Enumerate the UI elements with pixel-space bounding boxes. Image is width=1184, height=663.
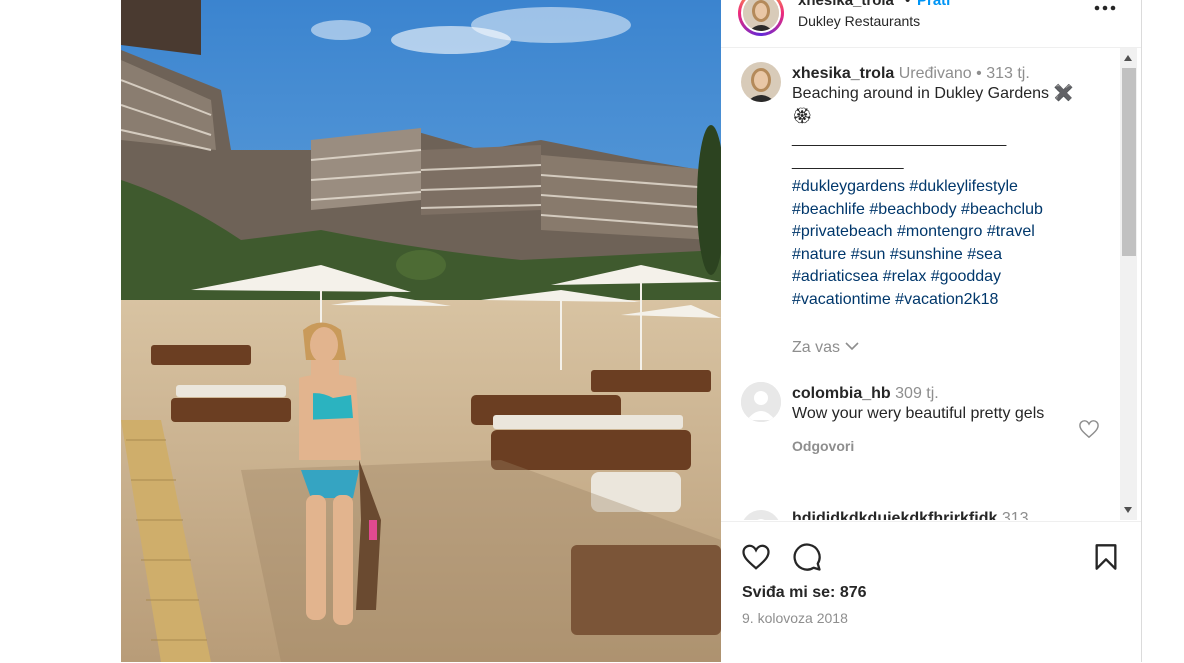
- hashtag-link[interactable]: #montengro: [897, 223, 982, 240]
- hashtag-link[interactable]: #privatebeach: [792, 223, 893, 240]
- comment-item: hdjdjdkdkdujekdkfhrirkfidk 313: [792, 510, 1029, 520]
- post-date[interactable]: 9. kolovoza 2018: [742, 610, 848, 626]
- hashtag-link[interactable]: #vacation2k18: [895, 291, 998, 308]
- post-actions: Sviđa mi se: 876 9. kolovoza 2018: [721, 521, 1141, 663]
- beach-photo-image: [121, 0, 721, 662]
- more-horizontal-icon[interactable]: [1093, 0, 1117, 18]
- hashtag-link[interactable]: #dukleylifestyle: [909, 178, 1018, 195]
- comment-username[interactable]: hdjdjdkdkdujekdkfhrirkfidk: [792, 510, 997, 520]
- scroll-up-arrow-icon[interactable]: [1124, 55, 1132, 61]
- caption-avatar[interactable]: [741, 62, 781, 102]
- comment-time[interactable]: 313: [1002, 510, 1029, 520]
- hashtag-link[interactable]: #adriaticsea: [792, 268, 878, 285]
- header-separator: •: [905, 0, 911, 9]
- caption: xhesika_trola Uređivano • 313 tj. Beachi…: [792, 65, 1102, 173]
- caption-emoji-line: 🏵: [792, 107, 813, 125]
- comment-text: Wow your wery beautiful pretty gels: [792, 405, 1045, 422]
- scroll-down-arrow-icon[interactable]: [1124, 507, 1132, 513]
- default-avatar-icon[interactable]: [741, 382, 781, 422]
- hashtag-link[interactable]: #sunshine: [890, 246, 963, 263]
- hashtag-link[interactable]: #beachlife: [792, 201, 865, 218]
- comments-scrollbar[interactable]: [1120, 48, 1137, 520]
- hashtag-link[interactable]: #dukleygardens: [792, 178, 905, 195]
- bookmark-icon[interactable]: [1093, 543, 1119, 576]
- hashtag-link[interactable]: #beachclub: [961, 201, 1043, 218]
- scrollbar-thumb[interactable]: [1122, 68, 1136, 256]
- comments-list[interactable]: xhesika_trola Uređivano • 313 tj. Beachi…: [721, 48, 1141, 520]
- for-you-label: Za vas: [792, 339, 841, 357]
- follow-button[interactable]: Prati: [917, 0, 950, 9]
- hashtag-list: #dukleygardens #dukleylifestyle #beachli…: [792, 176, 1102, 311]
- hashtag-link[interactable]: #sun: [851, 246, 886, 263]
- hashtag-link[interactable]: #beachbody: [869, 201, 956, 218]
- post-side-panel: xhesika_trola • Prati Dukley Restaurants…: [721, 0, 1142, 662]
- header-username[interactable]: xhesika_trola: [798, 0, 894, 9]
- edited-label: Uređivano: [898, 65, 972, 82]
- story-avatar[interactable]: [738, 0, 784, 36]
- comment-time[interactable]: 309 tj.: [895, 385, 939, 402]
- caption-time[interactable]: 313 tj.: [986, 65, 1030, 82]
- for-you-toggle[interactable]: Za vas: [792, 339, 860, 357]
- default-avatar-icon[interactable]: [741, 510, 781, 520]
- caption-username[interactable]: xhesika_trola: [792, 65, 894, 82]
- comment-icon[interactable]: [792, 542, 822, 577]
- heart-icon[interactable]: [741, 543, 771, 576]
- reply-button[interactable]: Odgovori: [792, 438, 1047, 454]
- chevron-down-icon: [844, 339, 860, 357]
- hashtag-link[interactable]: #travel: [987, 223, 1035, 240]
- caption-divider: ___________________________: [792, 130, 1006, 147]
- meta-separator: •: [976, 65, 982, 82]
- hashtag-link[interactable]: #vacationtime: [792, 291, 891, 308]
- hashtag-link[interactable]: #relax: [883, 268, 927, 285]
- comment-item: colombia_hb 309 tj. Wow your wery beauti…: [792, 385, 1047, 454]
- caption-divider: ______________: [792, 152, 904, 170]
- location-link[interactable]: Dukley Restaurants: [798, 13, 920, 29]
- caption-text: Beaching around in Dukley Gardens ✖️: [792, 85, 1074, 102]
- likes-count[interactable]: Sviđa mi se: 876: [742, 584, 867, 602]
- comment-like-heart-icon[interactable]: [1078, 419, 1100, 444]
- comment-username[interactable]: colombia_hb: [792, 385, 891, 402]
- post-photo[interactable]: [121, 0, 721, 662]
- hashtag-link[interactable]: #nature: [792, 246, 846, 263]
- hashtag-link[interactable]: #goodday: [931, 268, 1001, 285]
- hashtag-link[interactable]: #sea: [967, 246, 1002, 263]
- post-header: xhesika_trola • Prati Dukley Restaurants: [721, 0, 1141, 48]
